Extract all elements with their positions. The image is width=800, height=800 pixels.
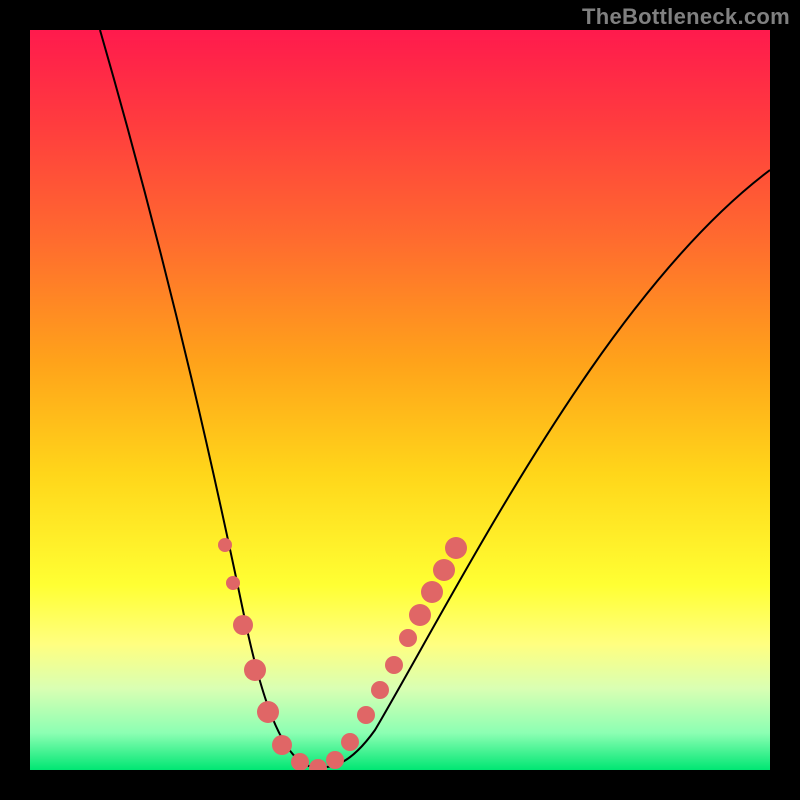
marker: [421, 581, 443, 603]
marker: [218, 538, 232, 552]
marker: [445, 537, 467, 559]
marker: [385, 656, 403, 674]
marker: [357, 706, 375, 724]
chart-frame: TheBottleneck.com: [0, 0, 800, 800]
marker: [326, 751, 344, 769]
marker: [341, 733, 359, 751]
marker: [257, 701, 279, 723]
marker: [233, 615, 253, 635]
marker: [371, 681, 389, 699]
marker-group: [218, 537, 467, 770]
watermark-text: TheBottleneck.com: [582, 4, 790, 30]
marker: [433, 559, 455, 581]
curve-svg: [30, 30, 770, 770]
marker: [244, 659, 266, 681]
marker: [409, 604, 431, 626]
marker: [226, 576, 240, 590]
marker: [309, 759, 327, 770]
marker: [399, 629, 417, 647]
marker: [272, 735, 292, 755]
plot-area: [30, 30, 770, 770]
bottleneck-curve: [100, 30, 770, 767]
